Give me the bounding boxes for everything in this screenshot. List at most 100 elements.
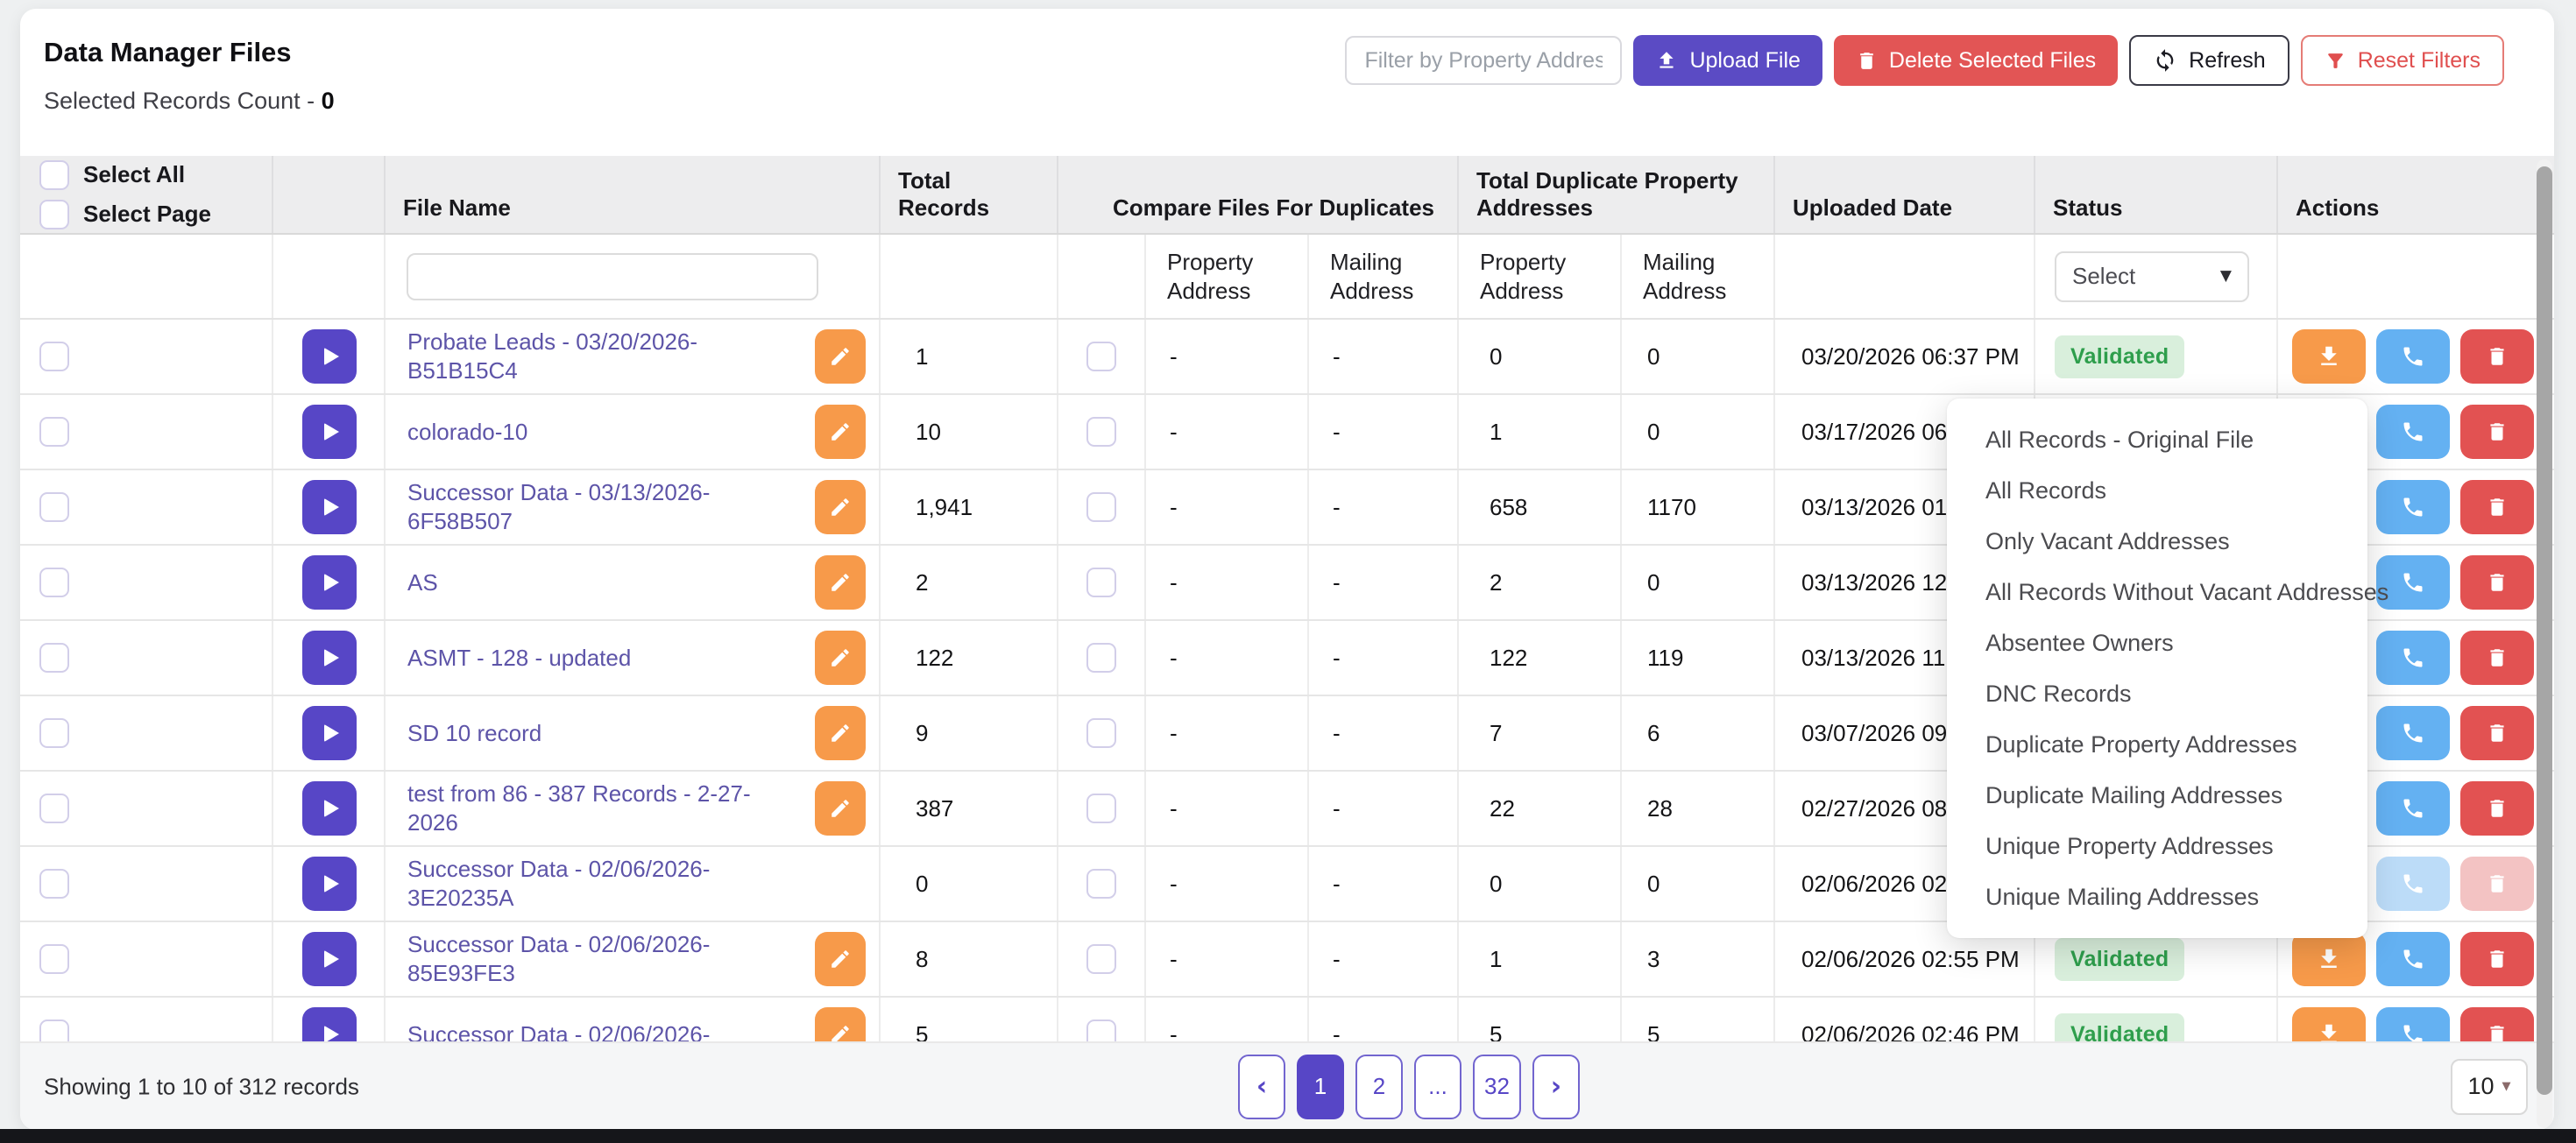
compare-checkbox[interactable] [1086,342,1116,371]
file-name-link[interactable]: colorado-10 [407,418,799,447]
file-name-link[interactable]: AS [407,568,799,597]
file-name-link[interactable]: SD 10 record [407,719,799,748]
page-button[interactable]: 32 [1473,1055,1521,1119]
edit-file-button[interactable] [815,555,866,610]
dropdown-item[interactable]: Duplicate Property Addresses [1947,719,2367,770]
row-checkbox[interactable] [39,492,69,522]
dropdown-item[interactable]: DNC Records [1947,668,2367,719]
file-name-link[interactable]: test from 86 - 387 Records - 2-27-2026 [407,780,799,837]
phone-icon [2401,420,2425,444]
call-button[interactable] [2376,329,2450,384]
compare-checkbox[interactable] [1086,417,1116,447]
expand-row-button[interactable] [302,781,357,836]
row-checkbox[interactable] [39,718,69,748]
total-records-value: 1,941 [881,470,1058,544]
trash-icon [2486,872,2509,895]
expand-row-button[interactable] [302,932,357,986]
row-checkbox[interactable] [39,794,69,823]
file-name-link[interactable]: Successor Data - 03/13/2026-6F58B507 [407,478,799,536]
file-name-filter-input[interactable] [407,253,818,300]
select-all-checkbox[interactable] [39,160,69,190]
delete-file-button[interactable] [2460,932,2534,986]
row-checkbox[interactable] [39,869,69,899]
dropdown-item[interactable]: Unique Mailing Addresses [1947,871,2367,922]
delete-file-button[interactable] [2460,706,2534,760]
reset-filters-button[interactable]: Reset Filters [2301,35,2504,86]
row-checkbox[interactable] [39,643,69,673]
selected-records-label: Selected Records Count - [44,88,315,114]
call-button[interactable] [2376,932,2450,986]
delete-file-button[interactable] [2460,781,2534,836]
edit-file-button[interactable] [815,631,866,685]
compare-checkbox[interactable] [1086,944,1116,974]
scrollbar-thumb[interactable] [2537,166,2552,1095]
expand-row-button[interactable] [302,405,357,459]
select-page-checkbox[interactable] [39,200,69,229]
call-button[interactable] [2376,480,2450,534]
expand-row-button[interactable] [302,857,357,911]
dropdown-item[interactable]: Only Vacant Addresses [1947,516,2367,567]
delete-file-button[interactable] [2460,329,2534,384]
edit-file-button[interactable] [815,480,866,534]
compare-checkbox[interactable] [1086,643,1116,673]
page-ellipsis[interactable]: ... [1414,1055,1461,1119]
expand-row-button[interactable] [302,329,357,384]
row-checkbox[interactable] [39,342,69,371]
compare-checkbox[interactable] [1086,869,1116,899]
compare-checkbox[interactable] [1086,492,1116,522]
compare-checkbox[interactable] [1086,718,1116,748]
expand-row-button[interactable] [302,555,357,610]
scrollbar[interactable] [2537,159,2552,1128]
expand-row-button[interactable] [302,631,357,685]
compare-files-group-header: Compare Files For Duplicates [1058,156,1459,233]
row-checkbox[interactable] [39,944,69,974]
call-button[interactable] [2376,706,2450,760]
page-button[interactable]: 1 [1297,1055,1344,1119]
phone-icon [2401,646,2425,670]
file-name-link[interactable]: Successor Data - 02/06/2026-3E20235A [407,855,799,913]
delete-file-button[interactable] [2460,405,2534,459]
prev-page-button[interactable]: ‹ [1238,1055,1285,1119]
delete-selected-files-button[interactable]: Delete Selected Files [1834,35,2118,86]
edit-file-button[interactable] [815,405,866,459]
call-button[interactable] [2376,781,2450,836]
dropdown-item[interactable]: Unique Property Addresses [1947,821,2367,871]
file-name-link[interactable]: Successor Data - 02/06/2026-85E93FE3 [407,930,799,988]
download-file-button[interactable] [2292,932,2366,986]
compare-checkbox[interactable] [1086,568,1116,597]
edit-file-button[interactable] [815,706,866,760]
row-checkbox[interactable] [39,417,69,447]
download-file-button[interactable] [2292,329,2366,384]
expand-row-button[interactable] [302,480,357,534]
filter-property-address-input[interactable] [1345,36,1622,85]
call-button[interactable] [2376,631,2450,685]
status-filter-select[interactable]: Select ▼ [2055,251,2249,302]
dropdown-item[interactable]: All Records Without Vacant Addresses [1947,567,2367,617]
dropdown-item[interactable]: All Records [1947,465,2367,516]
refresh-button[interactable]: Refresh [2129,35,2289,86]
upload-file-button[interactable]: Upload File [1633,35,1822,86]
compare-checkbox[interactable] [1086,794,1116,823]
delete-file-button[interactable] [2460,480,2534,534]
next-page-button[interactable]: › [1532,1055,1580,1119]
status-filter-value: Select [2072,262,2135,291]
delete-file-button[interactable] [2460,631,2534,685]
dropdown-item[interactable]: Absentee Owners [1947,617,2367,668]
pencil-icon [829,797,852,820]
dropdown-item[interactable]: All Records - Original File [1947,414,2367,465]
row-checkbox[interactable] [39,568,69,597]
expand-row-button[interactable] [302,706,357,760]
page-size-select[interactable]: 10 ▼ [2451,1059,2528,1115]
delete-file-button[interactable] [2460,555,2534,610]
dropdown-item[interactable]: Duplicate Mailing Addresses [1947,770,2367,821]
file-name-link[interactable]: Probate Leads - 03/20/2026-B51B15C4 [407,328,799,385]
delete-file-button[interactable] [2460,857,2534,911]
file-name-link[interactable]: ASMT - 128 - updated [407,644,799,673]
call-button[interactable] [2376,857,2450,911]
edit-file-button[interactable] [815,781,866,836]
edit-file-button[interactable] [815,932,866,986]
pencil-icon [829,420,852,443]
call-button[interactable] [2376,405,2450,459]
page-button[interactable]: 2 [1355,1055,1403,1119]
edit-file-button[interactable] [815,329,866,384]
